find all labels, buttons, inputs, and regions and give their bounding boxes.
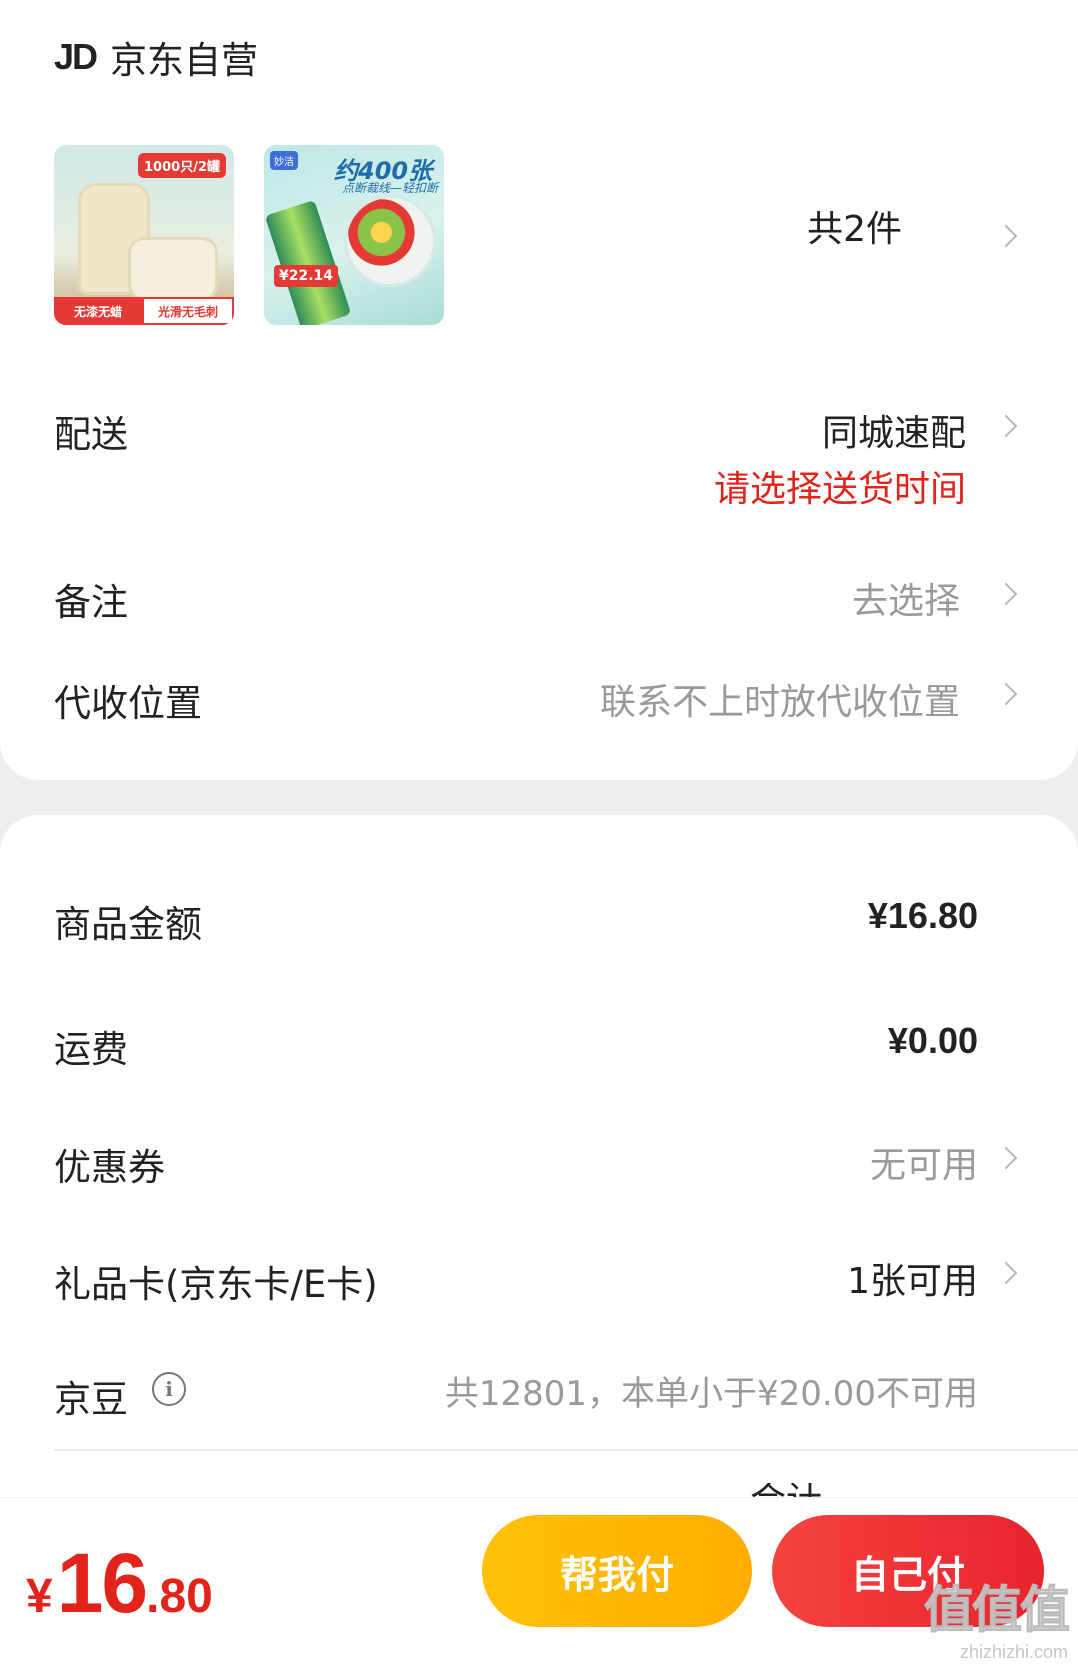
order-items-card (0, 0, 1078, 780)
delivery-time-hint[interactable]: 请选择送货时间 (714, 460, 966, 512)
product-thumbnails[interactable]: 1000只/2罐 无漆无蜡 光滑无毛刺 妙洁 约400张 点断裁线—轻扣断 ¥2… (54, 145, 444, 325)
info-icon[interactable]: i (152, 1372, 186, 1406)
shop-header: JD 京东自营 (54, 30, 258, 84)
amount-decimal: .80 (146, 1570, 213, 1623)
product-badge: 1000只/2罐 (138, 153, 226, 178)
brand-badge: 妙洁 (270, 151, 298, 170)
product-feature-strip: 无漆无蜡 光滑无毛刺 (54, 297, 234, 325)
coupon-label: 优惠券 (54, 1146, 165, 1189)
giftcard-value[interactable]: 1张可用 (847, 1252, 978, 1304)
delivery-method[interactable]: 同城速配 (822, 404, 966, 456)
currency-symbol: ¥ (26, 1570, 53, 1623)
jd-logo-icon: JD (54, 36, 98, 77)
goods-amount-label: 商品金额 (54, 903, 202, 946)
jd-beans-label: 京豆 (54, 1378, 128, 1421)
giftcard-label: 礼品卡(京东卡/E卡) (54, 1263, 378, 1306)
delivery-label: 配送 (54, 413, 128, 456)
watermark-site: zhizhizhi.com (959, 1642, 1068, 1662)
shipping-label: 运费 (54, 1028, 128, 1071)
toothpick-jar-shape (128, 237, 218, 301)
shipping-value: ¥0.00 (887, 1020, 978, 1061)
total-amount: ¥ 16 .80 (26, 1535, 213, 1632)
pickup-label: 代收位置 (54, 682, 202, 725)
product-price-tag: ¥22.14 (274, 265, 339, 287)
feature-right: 光滑无毛刺 (142, 297, 234, 325)
watermark: 值值值 zhizhizhi.com (924, 1570, 1071, 1663)
feature-left: 无漆无蜡 (54, 297, 142, 325)
product-promo-subtitle: 点断裁线—轻扣断 (342, 181, 439, 195)
amount-integer: 16 (56, 1536, 148, 1630)
watermark-logo: 值值值 (924, 1581, 1071, 1640)
shop-name: 京东自营 (110, 39, 259, 82)
coupon-value[interactable]: 无可用 (870, 1136, 978, 1188)
help-pay-button[interactable]: 帮我付 (482, 1515, 752, 1627)
divider (54, 1449, 1078, 1451)
product-image-cling-film[interactable]: 妙洁 约400张 点断裁线—轻扣断 ¥22.14 (264, 145, 444, 325)
salad-bowl-shape (344, 195, 436, 287)
jd-beans-value: 共12801，本单小于¥20.00不可用 (444, 1374, 978, 1414)
product-image-toothpicks[interactable]: 1000只/2罐 无漆无蜡 光滑无毛刺 (54, 145, 234, 325)
item-count[interactable]: 共2件 (807, 200, 902, 252)
pickup-value[interactable]: 联系不上时放代收位置 (600, 673, 960, 725)
remark-value[interactable]: 去选择 (852, 572, 960, 624)
goods-amount-value: ¥16.80 (867, 895, 978, 936)
film-roll-shape (264, 199, 352, 325)
remark-label: 备注 (54, 581, 128, 624)
